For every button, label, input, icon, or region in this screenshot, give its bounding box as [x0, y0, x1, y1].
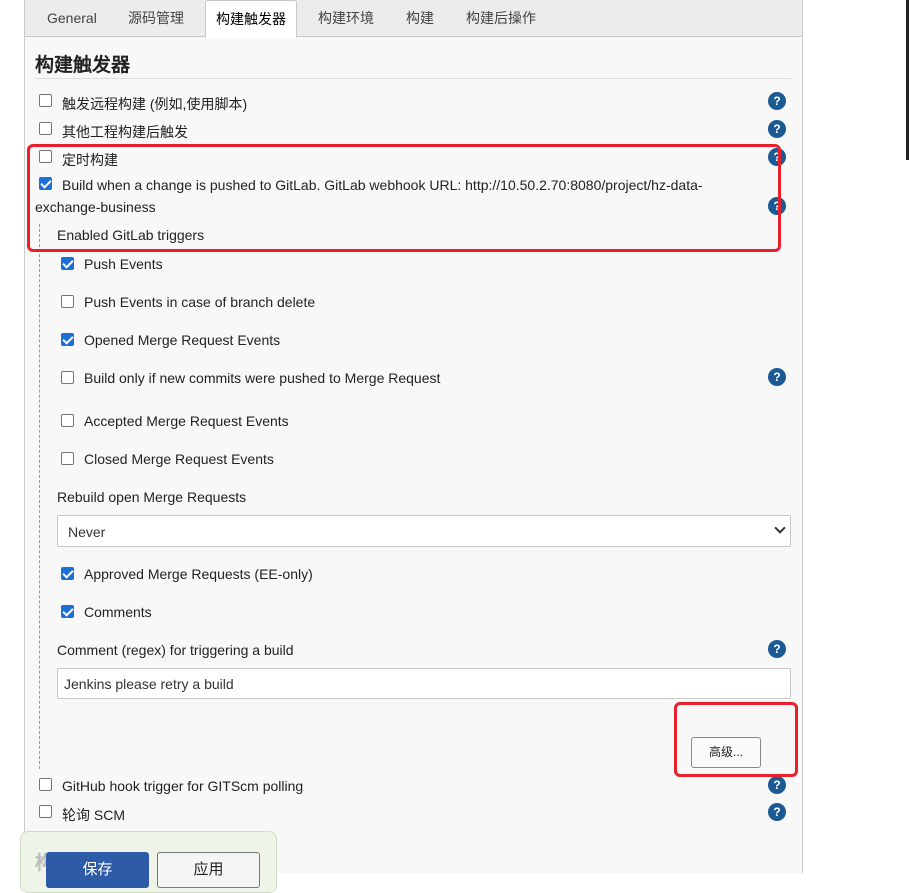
tab-general[interactable]: General — [47, 0, 97, 36]
comment-regex-label: Comment (regex) for triggering a build — [57, 642, 294, 658]
comments-checkbox[interactable] — [61, 605, 74, 618]
push-events-label: Push Events — [84, 256, 163, 272]
help-icon[interactable]: ? — [768, 776, 786, 794]
after-other-checkbox[interactable] — [39, 122, 52, 135]
after-other-label: 其他工程构建后触发 — [62, 124, 188, 140]
help-icon[interactable]: ? — [768, 368, 786, 386]
github-hook-label: GitHub hook trigger for GITScm polling — [62, 778, 304, 794]
tab-source-management[interactable]: 源码管理 — [128, 0, 184, 36]
help-icon[interactable]: ? — [768, 803, 786, 821]
highlight-box-advanced — [674, 702, 798, 777]
apply-button[interactable]: 应用 — [157, 852, 260, 888]
push-events-checkbox[interactable] — [61, 257, 74, 270]
rebuild-mr-label: Rebuild open Merge Requests — [57, 489, 247, 505]
rebuild-mr-select[interactable]: Never — [57, 515, 791, 547]
opened-mr-label: Opened Merge Request Events — [84, 332, 281, 348]
push-branch-delete-checkbox[interactable] — [61, 295, 74, 308]
new-commits-mr-checkbox[interactable] — [61, 371, 74, 384]
nested-options-guide — [39, 224, 40, 769]
github-hook-checkbox[interactable] — [39, 778, 52, 791]
accepted-mr-label: Accepted Merge Request Events — [84, 413, 289, 429]
opened-mr-checkbox[interactable] — [61, 333, 74, 346]
highlight-box-gitlab — [27, 144, 781, 252]
remote-trigger-checkbox[interactable] — [39, 94, 52, 107]
section-title: 构建触发器 — [35, 55, 131, 76]
tab-build-environment[interactable]: 构建环境 — [318, 0, 374, 36]
comment-regex-input[interactable]: Jenkins please retry a build — [57, 668, 791, 699]
accepted-mr-checkbox[interactable] — [61, 414, 74, 427]
comment-regex-value: Jenkins please retry a build — [64, 676, 234, 692]
help-icon[interactable]: ? — [768, 120, 786, 138]
save-button[interactable]: 保存 — [46, 852, 149, 888]
help-icon[interactable]: ? — [768, 92, 786, 110]
approved-mr-label: Approved Merge Requests (EE-only) — [84, 566, 313, 582]
poll-scm-label: 轮询 SCM — [62, 807, 125, 823]
closed-mr-checkbox[interactable] — [61, 452, 74, 465]
tab-post-build[interactable]: 构建后操作 — [466, 0, 536, 36]
remote-trigger-label: 触发远程构建 (例如,使用脚本) — [62, 96, 248, 112]
new-commits-mr-label: Build only if new commits were pushed to… — [84, 370, 441, 386]
closed-mr-label: Closed Merge Request Events — [84, 451, 274, 467]
section-divider — [35, 78, 791, 79]
push-branch-delete-label: Push Events in case of branch delete — [84, 294, 316, 310]
poll-scm-checkbox[interactable] — [39, 805, 52, 818]
help-icon[interactable]: ? — [768, 640, 786, 658]
chevron-down-icon — [774, 522, 786, 534]
tab-build[interactable]: 构建 — [406, 0, 434, 36]
tab-bar: General 源码管理 构建触发器 构建环境 构建 构建后操作 — [25, 0, 802, 38]
tab-build-triggers[interactable]: 构建触发器 — [205, 0, 297, 38]
comments-label: Comments — [84, 604, 152, 620]
rebuild-mr-select-value: Never — [68, 524, 106, 540]
approved-mr-checkbox[interactable] — [61, 567, 74, 580]
